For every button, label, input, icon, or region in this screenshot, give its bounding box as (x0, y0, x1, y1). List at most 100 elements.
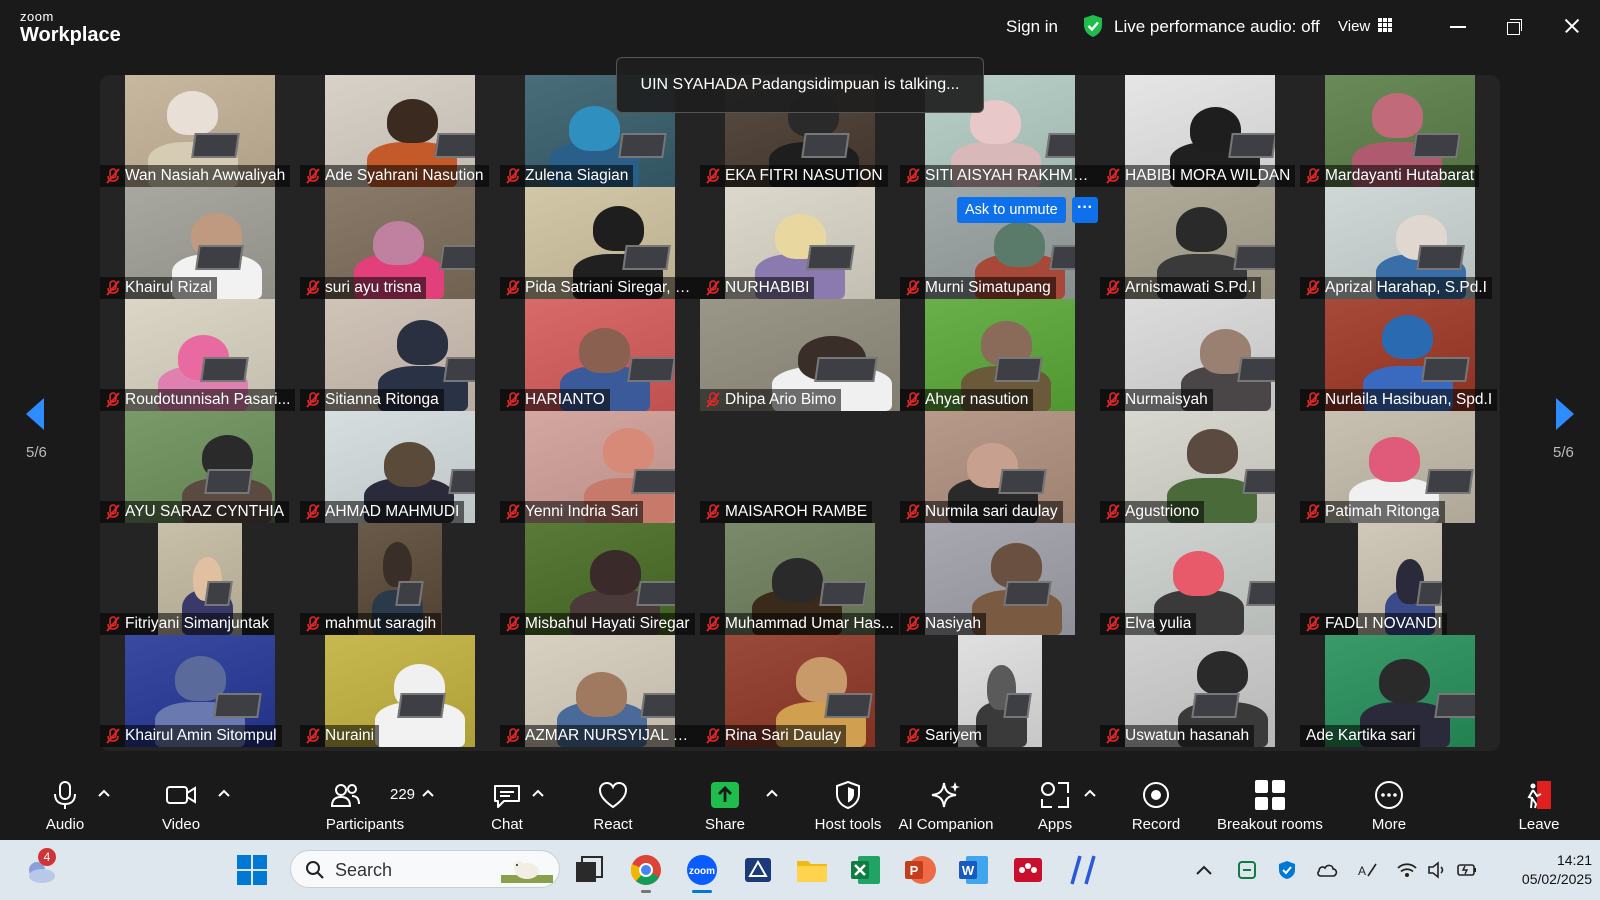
file-explorer-icon[interactable] (794, 852, 830, 888)
task-view-icon[interactable] (572, 852, 608, 888)
wifi-icon[interactable] (1396, 860, 1418, 880)
participant-tile[interactable]: AYU SARAZ CYNTHIA (100, 411, 300, 523)
breakout-rooms-button[interactable]: Breakout rooms (1210, 768, 1330, 840)
windows-start-icon[interactable] (234, 852, 270, 888)
react-button[interactable]: React (588, 768, 638, 840)
search-highlight-illustration-icon (501, 861, 553, 883)
share-options-chevron-icon[interactable] (766, 788, 778, 798)
participant-name: Aprizal Harahap, S.Pd.I (1325, 279, 1487, 296)
zoom-app-icon[interactable]: zoom (684, 852, 720, 888)
chat-options-chevron-icon[interactable] (532, 788, 544, 798)
participant-tile[interactable]: Rina Sari Daulay (700, 635, 900, 747)
participant-tile[interactable]: Uswatun hasanah (1100, 635, 1300, 747)
windows-security-icon[interactable] (1276, 860, 1298, 880)
shield-check-icon[interactable] (1082, 14, 1104, 38)
participant-tile[interactable]: Wan Nasiah Awwaliyah (100, 75, 300, 187)
participant-tile[interactable]: Nuraini (300, 635, 500, 747)
taskbar-search-box[interactable]: Search (290, 850, 560, 888)
participant-tile[interactable]: Ahyar nasution (900, 299, 1100, 411)
participant-tile[interactable]: Arnismawati S.Pd.I (1100, 187, 1300, 299)
participant-name: AYU SARAZ CYNTHIA (125, 503, 285, 520)
participant-tile[interactable]: Khairul Amin Sitompul (100, 635, 300, 747)
live-performance-audio-status[interactable]: Live performance audio: off (1114, 17, 1320, 37)
participant-more-options-button[interactable]: ··· (1072, 197, 1098, 223)
participant-tile[interactable]: Fitriyani Simanjuntak (100, 523, 300, 635)
apps-options-chevron-icon[interactable] (1084, 788, 1096, 798)
ai-companion-button[interactable]: AI Companion (896, 768, 996, 840)
participant-tile[interactable]: Mardayanti Hutabarat (1300, 75, 1500, 187)
participant-name: Ade Kartika sari (1306, 727, 1416, 744)
participant-tile[interactable]: Patimah Ritonga (1300, 411, 1500, 523)
participant-tile[interactable]: Roudotunnisah Pasari... (100, 299, 300, 411)
record-button[interactable]: Record (1128, 768, 1184, 840)
taskbar-clock[interactable]: 14:21 05/02/2025 (1492, 851, 1592, 889)
battery-icon[interactable] (1456, 860, 1478, 880)
participant-tile[interactable]: Misbahul Hayati Siregar (500, 523, 700, 635)
volume-icon[interactable] (1426, 860, 1448, 880)
chat-button[interactable]: Chat (482, 768, 532, 840)
powerpoint-icon[interactable]: P (902, 852, 938, 888)
participant-tile[interactable]: Nurmila sari daulay (900, 411, 1100, 523)
video-button[interactable]: Video (156, 768, 206, 840)
apps-button[interactable]: Apps (1030, 768, 1080, 840)
participant-tile[interactable]: Aprizal Harahap, S.Pd.I (1300, 187, 1500, 299)
participant-tile[interactable]: Nurmaisyah (1100, 299, 1300, 411)
participant-tile[interactable]: Agustriono (1100, 411, 1300, 523)
language-input-icon[interactable]: A (1356, 860, 1378, 880)
participant-tile[interactable]: FADLI NOVANDI (1300, 523, 1500, 635)
view-menu-button[interactable]: View (1338, 18, 1370, 35)
slash-app-icon[interactable] (1066, 852, 1102, 888)
onedrive-cloud-icon[interactable] (1316, 860, 1338, 880)
next-page-arrow-icon[interactable] (1552, 396, 1578, 432)
close-window-button[interactable] (1560, 14, 1584, 38)
participants-button[interactable]: Participants (320, 768, 410, 840)
participant-tile[interactable]: Sitianna Ritonga (300, 299, 500, 411)
participant-tile[interactable]: Elva yulia (1100, 523, 1300, 635)
participant-tile[interactable]: Pida Satriani Siregar, S... (500, 187, 700, 299)
participant-tile[interactable]: Ade Syahrani Nasution (300, 75, 500, 187)
host-tools-button[interactable]: Host tools (808, 768, 888, 840)
grid-view-icon[interactable] (1378, 18, 1392, 32)
show-hidden-icons-chevron-icon[interactable] (1194, 856, 1214, 884)
more-button[interactable]: More (1364, 768, 1414, 840)
participant-tile[interactable]: AZMAR NURSYIJAL HA... (500, 635, 700, 747)
participant-tile[interactable]: Dhipa Ario Bimo (700, 299, 900, 411)
audio-button[interactable]: Audio (40, 768, 90, 840)
participant-tile[interactable]: Sariyem (900, 635, 1100, 747)
laptop-shape (1415, 581, 1442, 606)
excel-icon[interactable] (848, 852, 884, 888)
participant-tile[interactable]: Nasiyah (900, 523, 1100, 635)
word-icon[interactable]: W (956, 852, 992, 888)
participant-tile[interactable]: NURHABIBI (700, 187, 900, 299)
muted-microphone-icon (306, 392, 320, 408)
participant-tile[interactable]: MAISAROH RAMBE (700, 411, 900, 523)
muted-microphone-icon (1306, 168, 1320, 184)
participant-tile[interactable]: mahmut saragih (300, 523, 500, 635)
audio-options-chevron-icon[interactable] (98, 788, 110, 798)
participant-name: Sitianna Ritonga (325, 391, 439, 408)
participant-tile[interactable]: Yenni Indria Sari (500, 411, 700, 523)
previous-page-arrow-icon[interactable] (22, 396, 48, 432)
participants-options-chevron-icon[interactable] (422, 788, 434, 798)
participant-tile[interactable]: HABIBI MORA WILDAN (1100, 75, 1300, 187)
participant-tile[interactable]: Khairul Rizal (100, 187, 300, 299)
restore-button[interactable] (1502, 14, 1526, 38)
video-options-chevron-icon[interactable] (218, 788, 230, 798)
participant-tile[interactable]: AHMAD MAHMUDI (300, 411, 500, 523)
snipping-tool-icon[interactable] (740, 852, 776, 888)
participant-tile[interactable]: suri ayu trisna (300, 187, 500, 299)
leave-button[interactable]: Leave (1514, 768, 1564, 840)
share-button[interactable]: Share (700, 768, 750, 840)
clipboard-tray-icon[interactable] (1236, 860, 1258, 880)
minimize-button[interactable] (1446, 14, 1470, 38)
participant-tile[interactable]: Muhammad Umar Has... (700, 523, 900, 635)
muted-microphone-icon (1106, 504, 1120, 520)
sign-in-link[interactable]: Sign in (1006, 17, 1058, 37)
participant-name: Arnismawati S.Pd.I (1125, 279, 1256, 296)
ask-to-unmute-button[interactable]: Ask to unmute (957, 197, 1066, 223)
participant-tile[interactable]: Ade Kartika sari (1300, 635, 1500, 747)
pdf-app-icon[interactable] (1010, 852, 1046, 888)
participant-tile[interactable]: Nurlaila Hasibuan, Spd.I (1300, 299, 1500, 411)
participant-tile[interactable]: HARIANTO (500, 299, 700, 411)
chrome-icon[interactable] (628, 852, 664, 888)
